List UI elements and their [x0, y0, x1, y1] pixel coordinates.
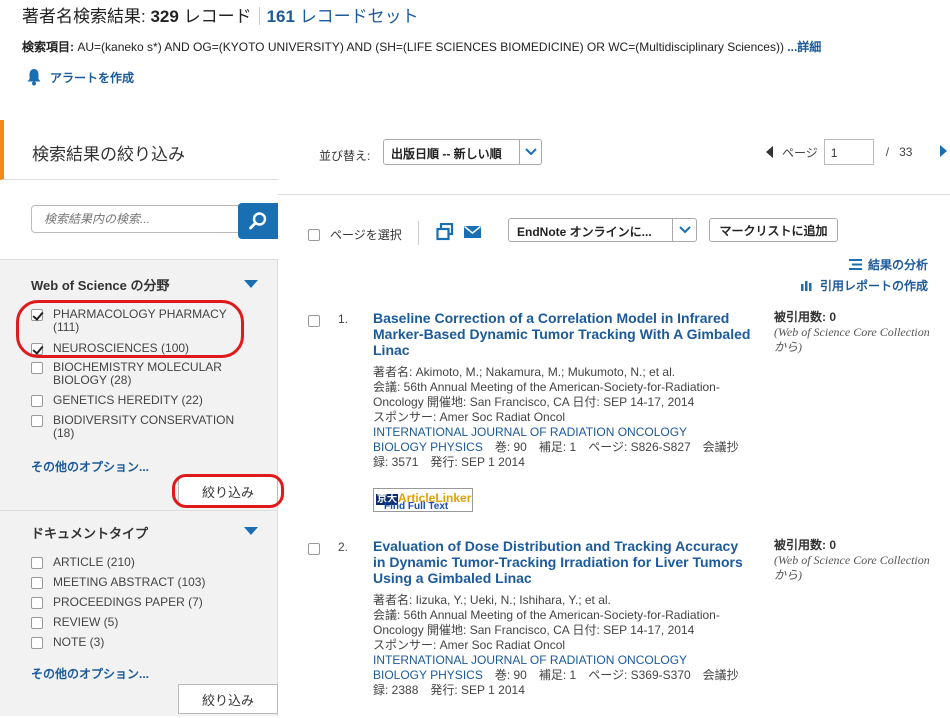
- search-query: 検索項目: AU=(kaneko s*) AND OG=(KYOTO UNIVE…: [22, 40, 822, 54]
- sort-bar: 並び替え: 出版日順 -- 新しい順 ページ 1 / 33: [278, 120, 950, 195]
- conference: 会議: 56th Annual Meeting of the American-…: [373, 608, 720, 637]
- sponsor: スポンサー: Amer Soc Radiat Oncol: [373, 638, 566, 652]
- results-title: 著者名検索結果: 329 レコード: [22, 7, 252, 26]
- citation-count: 被引用数: 0 (Web of Science Core Collection …: [774, 310, 930, 354]
- results-header: 著者名検索結果: 329 レコード 161 レコードセット 検索項目: AU=(k…: [0, 0, 950, 120]
- results-summary: 著者名検索結果: 329 レコード 161 レコードセット: [22, 2, 419, 27]
- filter-item[interactable]: NOTE (3): [31, 636, 104, 649]
- checkbox[interactable]: [31, 637, 43, 649]
- collapse-caret-icon[interactable]: [244, 527, 258, 535]
- filter-label: ARTICLE (210): [53, 555, 135, 569]
- filter-item[interactable]: PROCEEDINGS PAPER (7): [31, 596, 203, 609]
- collapse-caret-icon[interactable]: [244, 280, 258, 288]
- record-title-link[interactable]: Baseline Correction of a Correlation Mod…: [373, 310, 753, 358]
- search-icon: [249, 212, 267, 230]
- filter-item[interactable]: BIOCHEMISTRY MOLECULAR BIOLOGY (28): [31, 361, 222, 387]
- checkbox[interactable]: [31, 597, 43, 609]
- refine-search-area: [0, 180, 278, 260]
- results-toolbar: ページを選択 EndNote オンラインに... マークリストに追加: [278, 218, 950, 248]
- authors: 著者名: Akimoto, M.; Nakamura, M.; Mukumoto…: [373, 365, 676, 379]
- pagination: ページ 1 / 33: [766, 139, 912, 165]
- filter-item[interactable]: REVIEW (5): [31, 616, 118, 629]
- checkbox[interactable]: [31, 415, 43, 427]
- search-button[interactable]: [238, 203, 278, 239]
- refine-title: 検索結果の絞り込み: [32, 145, 185, 164]
- more-options-link[interactable]: その他のオプション...: [31, 665, 149, 682]
- analyze-results-link[interactable]: 結果の分析: [848, 256, 928, 273]
- chevron-down-icon: [519, 140, 541, 164]
- record-number: 1.: [338, 312, 349, 326]
- record-count: 329: [150, 7, 179, 26]
- sort-select[interactable]: 出版日順 -- 新しい順: [383, 139, 542, 165]
- citation-report-link[interactable]: 引用レポートの作成: [800, 277, 928, 294]
- wos-category-title: Web of Science の分野: [31, 278, 170, 293]
- endnote-select[interactable]: EndNote オンラインに...: [508, 218, 697, 242]
- filter-label: NOTE (3): [53, 635, 105, 649]
- sort-label: 並び替え:: [319, 149, 371, 163]
- filter-label: BIODIVERSITY CONSERVATION (18): [53, 413, 235, 440]
- print-icon[interactable]: [436, 222, 454, 244]
- record-checkbox[interactable]: [308, 315, 320, 327]
- select-page[interactable]: ページを選択: [308, 226, 402, 243]
- highlight-annotation: [16, 300, 244, 358]
- filter-item[interactable]: ARTICLE (210): [31, 556, 135, 569]
- filter-item[interactable]: MEETING ABSTRACT (103): [31, 576, 205, 589]
- prev-page-icon[interactable]: [766, 146, 773, 158]
- page-separator: /: [885, 145, 890, 159]
- checkbox[interactable]: [308, 229, 320, 241]
- filter-label: REVIEW (5): [53, 615, 119, 629]
- article-linker-button[interactable]: 京大ArticleLinker Find Full Text: [373, 488, 473, 512]
- record-number: 2.: [338, 540, 349, 554]
- query-text: AU=(kaneko s*) AND OG=(KYOTO UNIVERSITY)…: [77, 40, 784, 54]
- next-page-icon[interactable]: [940, 145, 947, 157]
- bell-icon: [27, 69, 41, 86]
- email-icon[interactable]: [464, 225, 481, 241]
- record-title-link[interactable]: Evaluation of Dose Distribution and Trac…: [373, 538, 753, 586]
- authors: 著者名: Iizuka, Y.; Ueki, N.; Ishihara, Y.;…: [373, 593, 611, 607]
- filter-label: PROCEEDINGS PAPER (7): [53, 595, 203, 609]
- filter-label: MEETING ABSTRACT (103): [53, 575, 206, 589]
- results-main: 並び替え: 出版日順 -- 新しい順 ページ 1 / 33 ページを選択 End…: [278, 120, 950, 716]
- checkbox[interactable]: [31, 557, 43, 569]
- citation-count: 被引用数: 0 (Web of Science Core Collection …: [774, 538, 930, 582]
- checkbox[interactable]: [31, 395, 43, 407]
- page-input[interactable]: 1: [823, 139, 874, 165]
- filter-item[interactable]: BIODIVERSITY CONSERVATION (18): [31, 414, 234, 440]
- bar-chart-icon: [800, 281, 812, 291]
- sponsor: スポンサー: Amer Soc Radiat Oncol: [373, 410, 566, 424]
- filter-label: GENETICS HEREDITY (22): [53, 393, 203, 407]
- select-page-label: ページを選択: [330, 228, 402, 242]
- create-alert-link[interactable]: アラートを作成: [26, 68, 134, 86]
- checkbox[interactable]: [31, 617, 43, 629]
- refine-panel-header: 検索結果の絞り込み: [0, 120, 278, 180]
- refine-button[interactable]: 絞り込み: [178, 684, 278, 714]
- search-within-input[interactable]: [31, 205, 239, 233]
- chevron-down-icon: [672, 219, 696, 241]
- page-total: 33: [899, 145, 913, 159]
- refine-sidebar: 検索結果の絞り込み Web of Science の分野 PHARMACOLOG…: [0, 120, 284, 716]
- highlight-annotation: [172, 474, 284, 508]
- record-item: 2. Evaluation of Dose Distribution and T…: [278, 538, 950, 718]
- doc-type-title: ドキュメントタイプ: [31, 526, 149, 541]
- filter-item[interactable]: GENETICS HEREDITY (22): [31, 394, 203, 407]
- record-metadata: 著者名: Iizuka, Y.; Ueki, N.; Ishihara, Y.;…: [373, 593, 743, 698]
- record-metadata: 著者名: Akimoto, M.; Nakamura, M.; Mukumoto…: [373, 365, 743, 470]
- add-to-marked-list-button[interactable]: マークリストに追加: [709, 218, 838, 242]
- divider: [0, 510, 278, 511]
- page-label: ページ: [782, 145, 818, 160]
- conference: 会議: 56th Annual Meeting of the American-…: [373, 380, 720, 409]
- query-details-link[interactable]: ...詳細: [787, 40, 821, 54]
- filter-label: BIOCHEMISTRY MOLECULAR BIOLOGY (28): [53, 360, 222, 387]
- checkbox[interactable]: [31, 577, 43, 589]
- list-icon: [848, 259, 862, 270]
- record-sets-link[interactable]: 161 レコードセット: [267, 7, 419, 26]
- record-item: 1. Baseline Correction of a Correlation …: [278, 310, 950, 520]
- more-options-link[interactable]: その他のオプション...: [31, 458, 149, 475]
- record-checkbox[interactable]: [308, 543, 320, 555]
- checkbox[interactable]: [31, 362, 43, 374]
